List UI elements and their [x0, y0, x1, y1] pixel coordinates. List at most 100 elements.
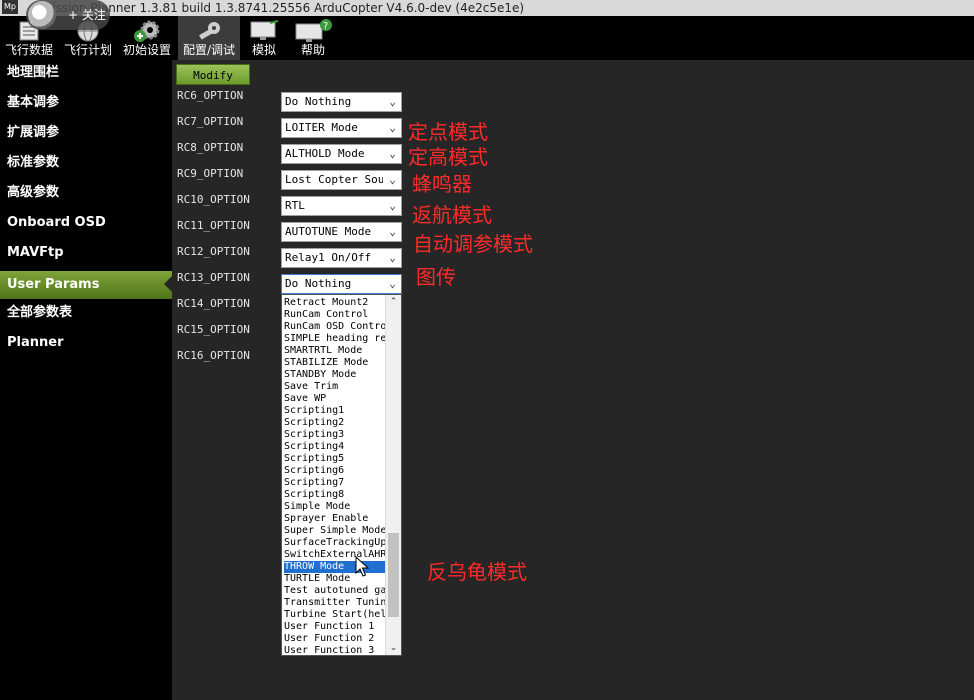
avatar	[28, 1, 56, 29]
follow-badge[interactable]: + 关注	[26, 0, 110, 30]
dropdown-option[interactable]: Sprayer Enable	[284, 513, 386, 525]
sidebar-item-planner[interactable]: Planner	[0, 330, 172, 356]
rc13-option-select[interactable]: Do Nothing ⌄	[281, 274, 402, 294]
toolbar-initial-setup-button[interactable]: 初始设置	[120, 16, 174, 60]
dropdown-option[interactable]: Scripting1	[284, 405, 386, 417]
sidebar-item-extended-tuning[interactable]: 扩展调参	[0, 120, 172, 146]
dropdown-option[interactable]: Transmitter Tuning	[284, 597, 386, 609]
dropdown-option[interactable]: Scripting4	[284, 441, 386, 453]
dropdown-option[interactable]: Scripting2	[284, 417, 386, 429]
rc9-option-select[interactable]: Lost Copter Soun ⌄	[281, 170, 402, 190]
param-label-rc9: RC9_OPTION	[177, 167, 244, 180]
dropdown-option[interactable]: User Function 2	[284, 633, 386, 645]
sidebar-item-advanced-params[interactable]: 高级参数	[0, 180, 172, 206]
select-value: AUTOTUNE Mode	[285, 225, 372, 238]
select-value: ALTHOLD Mode	[285, 147, 365, 160]
chevron-down-icon[interactable]: ⌄	[384, 93, 401, 111]
select-value: RTL	[285, 199, 305, 212]
annotation-rtl: 返航模式	[412, 203, 492, 227]
param-label-rc15: RC15_OPTION	[177, 323, 250, 336]
dropdown-option[interactable]: SMARTRTL Mode	[284, 345, 386, 357]
rc6-option-select[interactable]: Do Nothing ⌄	[281, 92, 402, 112]
chevron-down-icon[interactable]: ⌄	[384, 145, 401, 163]
annotation-buzzer: 蜂鸣器	[412, 172, 472, 196]
toolbar-label: 配置/调试	[182, 43, 236, 57]
dropdown-option[interactable]: Test autotuned gains	[284, 585, 386, 597]
dropdown-option[interactable]: RunCam Control	[284, 309, 386, 321]
scroll-down-icon[interactable]: ⌄	[386, 641, 401, 655]
dropdown-option[interactable]: Scripting3	[284, 429, 386, 441]
dropdown-option[interactable]: Scripting6	[284, 465, 386, 477]
select-value: Do Nothing	[285, 95, 352, 108]
toolbar-label: 飞行数据	[4, 43, 53, 57]
dropdown-option[interactable]: SurfaceTrackingUp	[284, 537, 386, 549]
toolbar-label: 飞行计划	[63, 43, 112, 57]
main-toolbar: 飞行数据 飞行计划 初始设置 配置/调试 模拟 ? 帮助	[0, 16, 974, 60]
dropdown-option[interactable]: Turbine Start(heli)	[284, 609, 386, 621]
help-monitor-icon: ?	[295, 19, 332, 42]
scroll-up-icon[interactable]: ⌃	[386, 295, 401, 309]
dropdown-option[interactable]: Save Trim	[284, 381, 386, 393]
chevron-down-icon[interactable]: ⌄	[384, 249, 401, 267]
sidebar-item-full-param-list[interactable]: 全部参数表	[0, 300, 172, 326]
dropdown-option-selected[interactable]: THROW Mode	[284, 561, 386, 573]
select-value: Lost Copter Soun	[285, 173, 383, 186]
toolbar-simulation-button[interactable]: 模拟	[244, 16, 284, 60]
scrollbar-thumb[interactable]	[388, 533, 399, 617]
dropdown-option[interactable]: STABILIZE Mode	[284, 357, 386, 369]
select-value: Relay1 On/Off	[285, 251, 372, 264]
sidebar-item-mavftp[interactable]: MAVFtp	[0, 240, 172, 266]
title-bar: Mp Mission Planner 1.3.81 build 1.3.8741…	[0, 0, 974, 16]
select-value: Do Nothing	[285, 277, 352, 290]
sidebar: 地理围栏 基本调参 扩展调参 标准参数 高级参数 Onboard OSD MAV…	[0, 60, 172, 700]
toolbar-label: 帮助	[300, 43, 325, 57]
dropdown-option[interactable]: SIMPLE heading reset	[284, 333, 386, 345]
dropdown-option[interactable]: Scripting8	[284, 489, 386, 501]
dropdown-option[interactable]: Simple Mode	[284, 501, 386, 513]
toolbar-label: 初始设置	[122, 43, 171, 57]
rc11-option-select[interactable]: AUTOTUNE Mode ⌄	[281, 222, 402, 242]
annotation-video-tx: 图传	[416, 265, 456, 289]
param-label-rc13: RC13_OPTION	[177, 271, 250, 284]
sidebar-item-basic-tuning[interactable]: 基本调参	[0, 90, 172, 116]
annotation-althold: 定高模式	[408, 145, 488, 169]
annotation-loiter: 定点模式	[408, 120, 488, 144]
dropdown-option[interactable]: Super Simple Mode	[284, 525, 386, 537]
rc13-dropdown-list[interactable]: Retract Mount2 RunCam Control RunCam OSD…	[281, 294, 402, 656]
window-title: Mission Planner 1.3.81 build 1.3.8741.25…	[42, 1, 525, 15]
dropdown-option[interactable]: Save WP	[284, 393, 386, 405]
dropdown-option[interactable]: Scripting5	[284, 453, 386, 465]
dropdown-option[interactable]: User Function 3	[284, 645, 386, 655]
rc10-option-select[interactable]: RTL ⌄	[281, 196, 402, 216]
toolbar-config-tuning-button[interactable]: 配置/调试	[178, 16, 240, 60]
rc8-option-select[interactable]: ALTHOLD Mode ⌄	[281, 144, 402, 164]
dropdown-scrollbar[interactable]: ⌃ ⌄	[385, 295, 401, 655]
dropdown-option[interactable]: Scripting7	[284, 477, 386, 489]
select-value: LOITER Mode	[285, 121, 358, 134]
param-label-rc12: RC12_OPTION	[177, 245, 250, 258]
param-label-rc14: RC14_OPTION	[177, 297, 250, 310]
sidebar-item-onboard-osd[interactable]: Onboard OSD	[0, 210, 172, 236]
dropdown-option[interactable]: STANDBY Mode	[284, 369, 386, 381]
toolbar-help-button[interactable]: ? 帮助	[293, 16, 333, 60]
param-label-rc8: RC8_OPTION	[177, 141, 244, 154]
sidebar-item-user-params[interactable]: User Params	[0, 271, 172, 299]
dropdown-option[interactable]: RunCam OSD Control	[284, 321, 386, 333]
dropdown-option[interactable]: SwitchExternalAHRS	[284, 549, 386, 561]
dropdown-option[interactable]: TURTLE Mode	[284, 573, 386, 585]
param-label-rc11: RC11_OPTION	[177, 219, 250, 232]
chevron-down-icon[interactable]: ⌄	[384, 223, 401, 241]
rc7-option-select[interactable]: LOITER Mode ⌄	[281, 118, 402, 138]
chevron-down-icon[interactable]: ⌄	[384, 171, 401, 189]
chevron-down-icon[interactable]: ⌄	[384, 197, 401, 215]
sidebar-item-geofence[interactable]: 地理围栏	[0, 60, 172, 86]
chevron-down-icon[interactable]: ⌄	[384, 119, 401, 137]
dropdown-option[interactable]: Retract Mount2	[284, 297, 386, 309]
modify-button[interactable]: Modify	[176, 64, 250, 85]
rc12-option-select[interactable]: Relay1 On/Off ⌄	[281, 248, 402, 268]
chevron-down-icon[interactable]: ⌄	[384, 275, 401, 293]
param-label-rc16: RC16_OPTION	[177, 349, 250, 362]
annotation-turtle: 反乌龟模式	[427, 560, 527, 584]
dropdown-option[interactable]: User Function 1	[284, 621, 386, 633]
sidebar-item-standard-params[interactable]: 标准参数	[0, 150, 172, 176]
